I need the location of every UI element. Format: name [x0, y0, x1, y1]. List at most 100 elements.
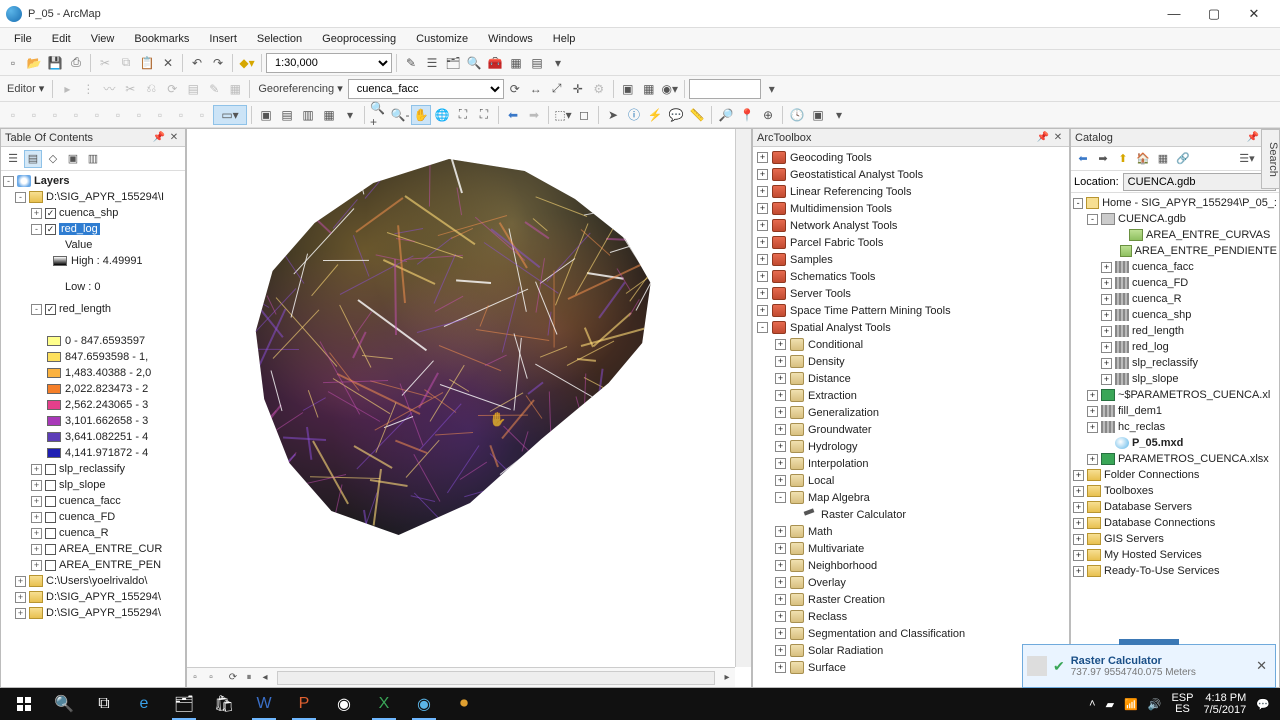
list-by-visibility-icon[interactable]: ◇: [44, 150, 62, 168]
find-route-icon[interactable]: 📍: [737, 105, 757, 125]
menu-insert[interactable]: Insert: [199, 31, 247, 47]
catalog-pin-icon[interactable]: 📌: [1246, 131, 1260, 145]
cut-icon[interactable]: ✂: [95, 53, 115, 73]
redo-icon[interactable]: ↷: [208, 53, 228, 73]
model-icon[interactable]: ▤: [527, 53, 547, 73]
georef-link-icon[interactable]: ✛: [568, 79, 588, 99]
edit-tool-icon[interactable]: ▸: [57, 79, 77, 99]
find-icon[interactable]: 🔎: [716, 105, 736, 125]
t3-10-icon[interactable]: ▫: [192, 105, 212, 125]
recorder-icon[interactable]: ⏺: [444, 688, 484, 720]
cat-home-icon[interactable]: 🏠: [1134, 150, 1152, 168]
select-by-loc-icon[interactable]: ▥: [298, 105, 318, 125]
explorer-icon[interactable]: 🗂: [164, 688, 204, 720]
link-table-icon[interactable]: ▦: [639, 79, 659, 99]
search-icon[interactable]: 🔍: [464, 53, 484, 73]
hscroll-left-icon[interactable]: ◂: [257, 670, 273, 686]
georef-misc-icon[interactable]: ◉▾: [660, 79, 680, 99]
expand-icon[interactable]: +: [31, 560, 42, 571]
expand-icon[interactable]: +: [15, 608, 26, 619]
arctoolbox-close-icon[interactable]: ✕: [1051, 131, 1065, 145]
expand-icon[interactable]: +: [31, 496, 42, 507]
pointer-icon[interactable]: ➤: [603, 105, 623, 125]
catalog-icon[interactable]: 🗂: [443, 53, 463, 73]
back-icon[interactable]: ⬅: [503, 105, 523, 125]
paste-icon[interactable]: 📋: [137, 53, 157, 73]
expand-icon[interactable]: +: [15, 576, 26, 587]
store-icon[interactable]: 🛍: [204, 688, 244, 720]
close-button[interactable]: ✕: [1234, 2, 1274, 26]
location-select[interactable]: CUENCA.gdb: [1123, 173, 1276, 191]
sketch-icon[interactable]: ✎: [204, 79, 224, 99]
search-tab[interactable]: Search: [1261, 129, 1279, 189]
tray-lang[interactable]: ESPES: [1171, 693, 1193, 715]
identify-icon[interactable]: ⓘ: [624, 105, 644, 125]
editor-dropdown[interactable]: Editor ▾: [3, 82, 48, 95]
expand-icon[interactable]: +: [31, 208, 42, 219]
georef-auto-icon[interactable]: ⚙: [589, 79, 609, 99]
map-hscrollbar[interactable]: [277, 671, 715, 685]
t3-2-icon[interactable]: ▫: [24, 105, 44, 125]
hyperlink-icon[interactable]: ⚡: [645, 105, 665, 125]
cut-poly-icon[interactable]: ✂: [120, 79, 140, 99]
map-canvas[interactable]: ✋: [199, 141, 737, 667]
pan-icon[interactable]: ✋: [411, 105, 431, 125]
t3-3-icon[interactable]: ▫: [45, 105, 65, 125]
system-tray[interactable]: ˄ ▰ 📶 🔊 ESPES 4:18 PM7/5/2017 💬: [1089, 692, 1276, 716]
create-features-icon[interactable]: ▦: [225, 79, 245, 99]
georef-scale-icon[interactable]: ⤢: [547, 79, 567, 99]
excel-icon[interactable]: X: [364, 688, 404, 720]
clear-selection-icon[interactable]: ▣: [256, 105, 276, 125]
layout-view-icon[interactable]: ▫: [203, 670, 219, 686]
select-by-attr-icon[interactable]: ▤: [277, 105, 297, 125]
menu-file[interactable]: File: [4, 31, 42, 47]
t3-5-icon[interactable]: ▫: [87, 105, 107, 125]
menu-help[interactable]: Help: [543, 31, 586, 47]
python-icon[interactable]: ▦: [506, 53, 526, 73]
cat-back-icon[interactable]: ⬅: [1074, 150, 1092, 168]
menu-view[interactable]: View: [81, 31, 125, 47]
pause-icon[interactable]: ⏸: [241, 670, 257, 686]
cat-connect-icon[interactable]: 🔗: [1174, 150, 1192, 168]
menu-windows[interactable]: Windows: [478, 31, 543, 47]
zoom-in-icon[interactable]: 🔍+: [369, 105, 389, 125]
catalog-tree[interactable]: -Home - SIG_APYR_155294\P_05_:-CUENCA.gd…: [1071, 193, 1279, 687]
arcmap-taskbar-icon[interactable]: ◉: [404, 688, 444, 720]
toc-pin-icon[interactable]: 📌: [152, 131, 166, 145]
list-by-source-icon[interactable]: ▤: [24, 150, 42, 168]
map-vscrollbar[interactable]: [735, 129, 751, 667]
expand-icon[interactable]: -: [31, 224, 42, 235]
t3-6-icon[interactable]: ▫: [108, 105, 128, 125]
tray-notifications-icon[interactable]: 💬: [1256, 698, 1270, 711]
tray-up-icon[interactable]: ˄: [1089, 698, 1095, 710]
t3-7-icon[interactable]: ▫: [129, 105, 149, 125]
maximize-button[interactable]: ▢: [1194, 2, 1234, 26]
html-popup-icon[interactable]: 💬: [666, 105, 686, 125]
fixed-zoom-in-icon[interactable]: ⛶: [453, 105, 473, 125]
notification-popup[interactable]: ✔ Raster Calculator 737.97 9554740.075 M…: [1022, 644, 1276, 688]
notification-close-icon[interactable]: ✕: [1252, 658, 1271, 674]
go-to-xy-icon[interactable]: ⊕: [758, 105, 778, 125]
deselect-icon[interactable]: ◻: [574, 105, 594, 125]
open-icon[interactable]: 📂: [24, 53, 44, 73]
toolbox-icon[interactable]: 🧰: [485, 53, 505, 73]
forward-icon[interactable]: ➡: [524, 105, 544, 125]
fixed-zoom-out-icon[interactable]: ⛶: [474, 105, 494, 125]
toc-icon[interactable]: ☰: [422, 53, 442, 73]
expand-icon[interactable]: -: [15, 192, 26, 203]
menu-bookmarks[interactable]: Bookmarks: [124, 31, 199, 47]
menu-selection[interactable]: Selection: [247, 31, 312, 47]
toolbar-end-icon[interactable]: ▾: [829, 105, 849, 125]
t3-more-icon[interactable]: ▾: [340, 105, 360, 125]
powerpoint-icon[interactable]: P: [284, 688, 324, 720]
options-icon[interactable]: ▥: [84, 150, 102, 168]
start-button[interactable]: [4, 688, 44, 720]
tray-wifi-icon[interactable]: 📶: [1124, 698, 1138, 711]
expand-icon[interactable]: +: [31, 464, 42, 475]
editor-toolbar-icon[interactable]: ✎: [401, 53, 421, 73]
undo-icon[interactable]: ↶: [187, 53, 207, 73]
task-view-icon[interactable]: ⧉: [84, 688, 124, 720]
split-icon[interactable]: ⎌: [141, 79, 161, 99]
arctoolbox-pin-icon[interactable]: 📌: [1036, 131, 1050, 145]
viewer-icon[interactable]: ▣: [618, 79, 638, 99]
